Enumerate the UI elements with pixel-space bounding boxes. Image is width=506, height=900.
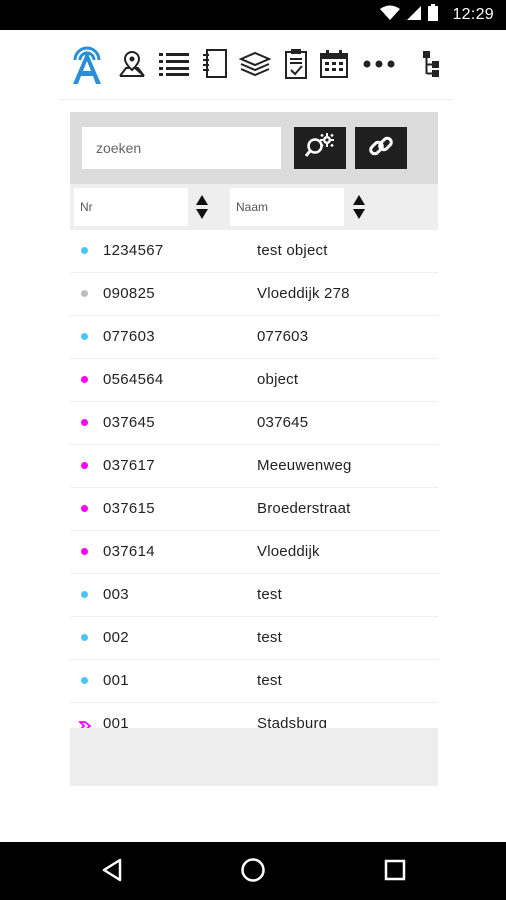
list-item[interactable]: 002 test	[70, 617, 438, 660]
app-logo-icon[interactable]	[68, 42, 106, 86]
clipboard-check-icon[interactable]	[282, 42, 310, 86]
list-item[interactable]: 037617 Meeuwenweg	[70, 445, 438, 488]
status-marker-icon	[77, 718, 92, 728]
status-dot	[81, 505, 88, 512]
sort-field-naam[interactable]: Naam	[230, 188, 344, 226]
wifi-icon	[380, 5, 401, 26]
back-icon	[101, 858, 123, 887]
recents-button[interactable]	[379, 856, 411, 888]
search-settings-button[interactable]	[294, 127, 346, 169]
row-naam: test	[257, 629, 282, 646]
object-list: 1234567 test object 090825 Vloeddijk 278 077…	[70, 230, 438, 728]
status-icons: 12:29	[380, 4, 494, 26]
status-dot	[81, 634, 88, 641]
notebook-icon[interactable]	[200, 42, 230, 86]
row-naam: object	[257, 371, 299, 388]
row-nr: 002	[103, 629, 129, 646]
status-dot	[81, 462, 88, 469]
row-naam: test	[257, 586, 282, 603]
row-naam: Vloeddijk	[257, 543, 320, 560]
battery-icon	[428, 4, 439, 26]
row-nr: 1234567	[103, 242, 164, 259]
row-nr: 077603	[103, 328, 155, 345]
list-icon[interactable]	[158, 42, 190, 86]
more-icon[interactable]	[362, 42, 396, 86]
sort-naam-toggle-icon[interactable]	[351, 194, 367, 220]
row-nr: 001	[103, 672, 129, 689]
row-naam: Stadsburg	[257, 715, 328, 728]
list-item[interactable]: 001 test	[70, 660, 438, 703]
back-button[interactable]	[96, 856, 128, 888]
list-item[interactable]: 0564564 object	[70, 359, 438, 402]
status-dot	[81, 247, 88, 254]
status-dot	[81, 333, 88, 340]
row-nr: 037614	[103, 543, 155, 560]
list-item[interactable]: 037614 Vloeddijk	[70, 531, 438, 574]
map-pin-icon[interactable]	[116, 42, 148, 86]
row-naam: test	[257, 672, 282, 689]
status-dot	[81, 419, 88, 426]
sort-row: Nr Naam	[70, 184, 438, 230]
row-nr: 090825	[103, 285, 155, 302]
link-button[interactable]	[355, 127, 407, 169]
signal-icon	[406, 5, 422, 26]
status-dot	[81, 290, 88, 297]
search-settings-icon	[304, 132, 335, 165]
hierarchy-icon[interactable]	[420, 42, 442, 86]
row-naam: 037645	[257, 414, 309, 431]
status-dot	[81, 677, 88, 684]
list-item[interactable]: 090825 Vloeddijk 278	[70, 273, 438, 316]
recents-icon	[384, 859, 406, 886]
row-nr: 037617	[103, 457, 155, 474]
list-item[interactable]: 037645 037645	[70, 402, 438, 445]
row-naam: Meeuwenweg	[257, 457, 352, 474]
sort-field-nr-label: Nr	[80, 200, 93, 214]
toolbar	[60, 30, 452, 100]
row-naam: test object	[257, 242, 328, 259]
row-nr: 0564564	[103, 371, 164, 388]
list-item[interactable]: 001 Stadsburg	[70, 703, 438, 728]
list-item[interactable]: 077603 077603	[70, 316, 438, 359]
list-item[interactable]: 1234567 test object	[70, 230, 438, 273]
search-input[interactable]	[82, 127, 281, 169]
navigation-bar	[0, 842, 506, 900]
sort-nr-toggle-icon[interactable]	[194, 194, 210, 220]
row-naam: Broederstraat	[257, 500, 351, 517]
status-dot	[81, 548, 88, 555]
list-item[interactable]: 037615 Broederstraat	[70, 488, 438, 531]
status-time: 12:29	[452, 6, 494, 23]
list-item[interactable]: 003 test	[70, 574, 438, 617]
link-icon	[367, 132, 395, 165]
row-naam: 077603	[257, 328, 309, 345]
object-list-panel: Nr Naam 1234567 test object 090825 Vloeddij…	[70, 112, 438, 786]
layers-icon[interactable]	[238, 42, 272, 86]
row-nr: 003	[103, 586, 129, 603]
home-button[interactable]	[237, 856, 269, 888]
sort-field-nr[interactable]: Nr	[74, 188, 188, 226]
status-bar: 12:29	[0, 0, 506, 30]
status-dot	[81, 591, 88, 598]
row-nr: 037645	[103, 414, 155, 431]
row-nr: 001	[103, 715, 129, 728]
home-icon	[240, 857, 266, 888]
sort-field-naam-label: Naam	[236, 200, 269, 214]
row-nr: 037615	[103, 500, 155, 517]
status-dot	[81, 376, 88, 383]
row-naam: Vloeddijk 278	[257, 285, 350, 302]
calendar-icon[interactable]	[318, 42, 350, 86]
search-bar	[70, 112, 438, 184]
